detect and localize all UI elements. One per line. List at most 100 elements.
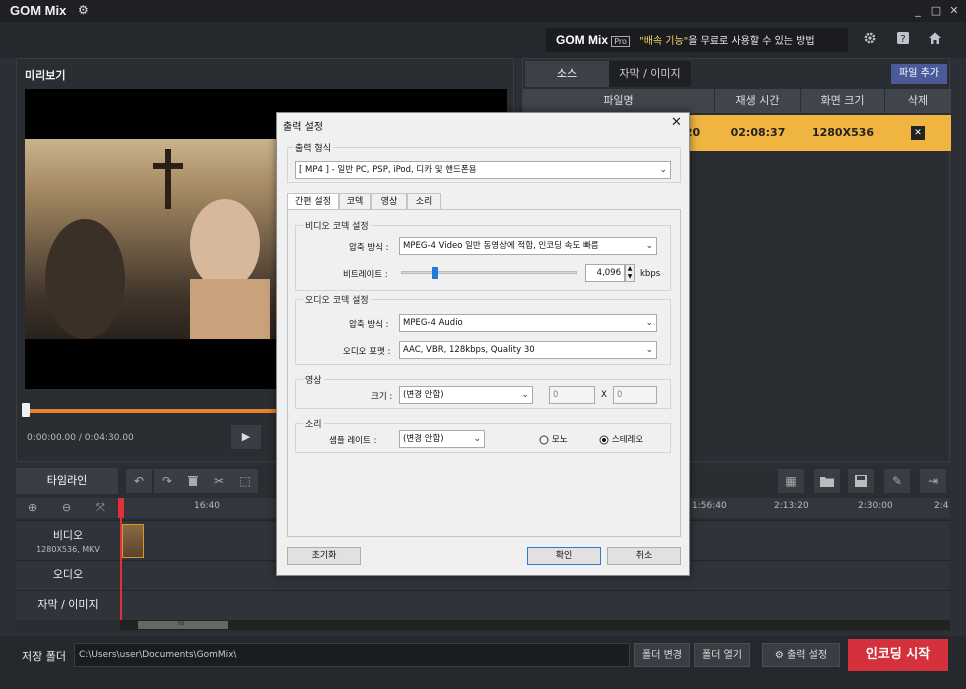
start-encoding-button[interactable]: 인코딩 시작 [848, 639, 948, 671]
export-icon[interactable]: ⇥ [920, 469, 946, 493]
close-button[interactable]: ✕ [946, 3, 962, 19]
save-as-icon[interactable]: ✎ [884, 469, 910, 493]
sample-rate-select[interactable]: (변경 안함) ⌄ [399, 430, 485, 448]
audio-method-select[interactable]: MPEG-4 Audio ⌄ [399, 314, 657, 332]
dialog-close-button[interactable]: ✕ [671, 115, 682, 130]
output-format-select[interactable]: [ MP4 ] - 일반 PC, PSP, iPod, 디카 및 핸드폰용 ⌄ [295, 161, 671, 179]
bitrate-input[interactable]: 4,096 [585, 264, 625, 282]
chevron-down-icon: ⌄ [645, 345, 653, 355]
save-folder-path[interactable]: C:\Users\user\Documents\GomMix\ [74, 643, 630, 667]
file-table-header: 파일명 재생 시간 화면 크기 삭제 [523, 89, 951, 113]
ok-button[interactable]: 확인 [527, 547, 601, 565]
settings-icon[interactable] [861, 31, 879, 49]
dialog-title: 출력 설정 [283, 122, 323, 133]
bitrate-slider[interactable] [401, 267, 577, 279]
preview-title: 미리보기 [25, 69, 66, 82]
minimize-button[interactable]: _ [910, 3, 926, 19]
size-select[interactable]: (변경 안함) ⌄ [399, 386, 533, 404]
audio-method-label: 압축 방식 : [349, 320, 389, 330]
video-method-value: MPEG-4 Video 일반 동영상에 적합, 인코딩 속도 빠름 [403, 241, 599, 251]
title-bar: GOM Mix ⚙ _ □ ✕ [0, 0, 966, 22]
video-clip[interactable] [122, 524, 144, 558]
add-file-button[interactable]: 파일 추가 [891, 64, 947, 84]
seek-progress [25, 409, 285, 413]
col-filename[interactable]: 파일명 [523, 89, 715, 113]
bitrate-slider-thumb[interactable] [432, 267, 438, 279]
time-display: 0:00:00.00 / 0:04:30.00 [27, 433, 134, 443]
scrollbar-thumb[interactable]: III [138, 619, 228, 629]
crop-icon[interactable]: ⬚ [232, 469, 258, 493]
tab-video[interactable]: 영상 [371, 193, 407, 210]
cancel-button[interactable]: 취소 [607, 547, 681, 565]
timeline-tab[interactable]: 타임라인 [16, 468, 118, 494]
tab-source[interactable]: 소스 [525, 61, 609, 87]
col-delete: 삭제 [907, 94, 929, 107]
mono-radio[interactable]: 모노 [539, 433, 568, 445]
reset-button[interactable]: 초기화 [287, 547, 361, 565]
new-project-icon[interactable]: ▦ [778, 469, 804, 493]
play-button[interactable]: ▶ [231, 425, 261, 449]
tab-simple[interactable]: 간편 설정 [287, 193, 339, 210]
promo-logo: GOM Mix [556, 33, 609, 47]
home-icon[interactable] [926, 31, 944, 49]
help-icon[interactable]: ? [894, 31, 912, 49]
timeline-scrollbar[interactable]: III [120, 619, 950, 630]
tab-audio[interactable]: 소리 [407, 193, 441, 210]
size-separator: X [601, 390, 607, 400]
chevron-down-icon: ⌄ [521, 390, 529, 400]
duration-cell: 02:08:37 [730, 126, 786, 139]
subtitle-track-label: 자막 / 이미지 [37, 598, 99, 611]
promo-text: 을 무료로 사용할 수 있는 방법 [688, 36, 815, 47]
col-resolution[interactable]: 화면 크기 [801, 89, 885, 113]
save-icon[interactable] [848, 469, 874, 493]
open-folder-icon[interactable] [814, 469, 840, 493]
redo-icon[interactable]: ↷ [154, 469, 180, 493]
output-settings-dialog: 출력 설정 ✕ 출력 형식 [ MP4 ] - 일반 PC, PSP, iPod… [276, 112, 690, 576]
gear-icon: ⚙ [774, 650, 784, 661]
zoom-in-icon[interactable]: ⊕ [28, 501, 37, 514]
bitrate-unit: kbps [640, 269, 661, 279]
open-folder-button[interactable]: 폴더 열기 [694, 643, 750, 667]
ruler-label: 2:4 [934, 501, 949, 511]
top-bar: GOM Mix Pro "배속 기능"을 무료로 사용할 수 있는 방법 ? [0, 22, 966, 58]
video-track-name: 비디오 [52, 529, 84, 542]
bitrate-spinner[interactable]: ▲ ▼ [625, 264, 635, 282]
settings-gear-icon[interactable]: ⚙ [78, 3, 89, 17]
ruler-label: 2:30:00 [858, 501, 893, 511]
fit-icon[interactable]: ⤧ [96, 501, 105, 515]
col-duration[interactable]: 재생 시간 [715, 89, 801, 113]
sample-rate-label: 샘플 레이트 : [329, 436, 377, 446]
subtitle-track[interactable]: 자막 / 이미지 [16, 590, 950, 620]
chevron-down-icon: ⌄ [645, 318, 653, 328]
maximize-button[interactable]: □ [928, 3, 944, 19]
tab-subtitle-image[interactable]: 자막 / 이미지 [609, 61, 691, 87]
stereo-radio[interactable]: 스테레오 [599, 433, 643, 445]
zoom-out-icon[interactable]: ⊖ [62, 501, 71, 514]
audio-format-value: AAC, VBR, 128kbps, Quality 30 [403, 345, 535, 355]
audio-format-label: 오디오 포맷 : [343, 347, 391, 357]
cut-icon[interactable]: ✂ [206, 469, 232, 493]
undo-icon[interactable]: ↶ [126, 469, 152, 493]
pro-promo-banner[interactable]: GOM Mix Pro "배속 기능"을 무료로 사용할 수 있는 방법 [546, 28, 848, 52]
output-settings-button[interactable]: ⚙ 출력 설정 [762, 643, 840, 667]
tab-codec[interactable]: 코덱 [339, 193, 371, 210]
height-input[interactable]: 0 [613, 386, 657, 404]
bottom-bar: 저장 폴더 C:\Users\user\Documents\GomMix\ 폴더… [0, 636, 966, 689]
chevron-down-icon: ⌄ [473, 434, 481, 444]
size-label: 크기 : [371, 392, 393, 402]
zoom-controls: ⊕ ⊖ ⤧ [16, 498, 120, 518]
delete-row-button[interactable]: ✕ [911, 126, 925, 140]
trash-icon[interactable] [180, 469, 206, 493]
video-codec-group-label: 비디오 코덱 설정 [303, 219, 371, 232]
video-group-label: 영상 [303, 373, 324, 386]
width-input[interactable]: 0 [549, 386, 595, 404]
mono-label: 모노 [551, 435, 568, 445]
app-logo: GOM Mix [10, 3, 67, 18]
video-method-select[interactable]: MPEG-4 Video 일반 동영상에 적합, 인코딩 속도 빠름 ⌄ [399, 237, 657, 255]
audio-format-select[interactable]: AAC, VBR, 128kbps, Quality 30 ⌄ [399, 341, 657, 359]
seek-handle[interactable] [22, 403, 30, 417]
change-folder-button[interactable]: 폴더 변경 [634, 643, 690, 667]
chevron-down-icon: ⌄ [659, 165, 667, 175]
format-group-label: 출력 형식 [293, 141, 333, 154]
promo-highlight: "배속 기능" [639, 36, 689, 47]
